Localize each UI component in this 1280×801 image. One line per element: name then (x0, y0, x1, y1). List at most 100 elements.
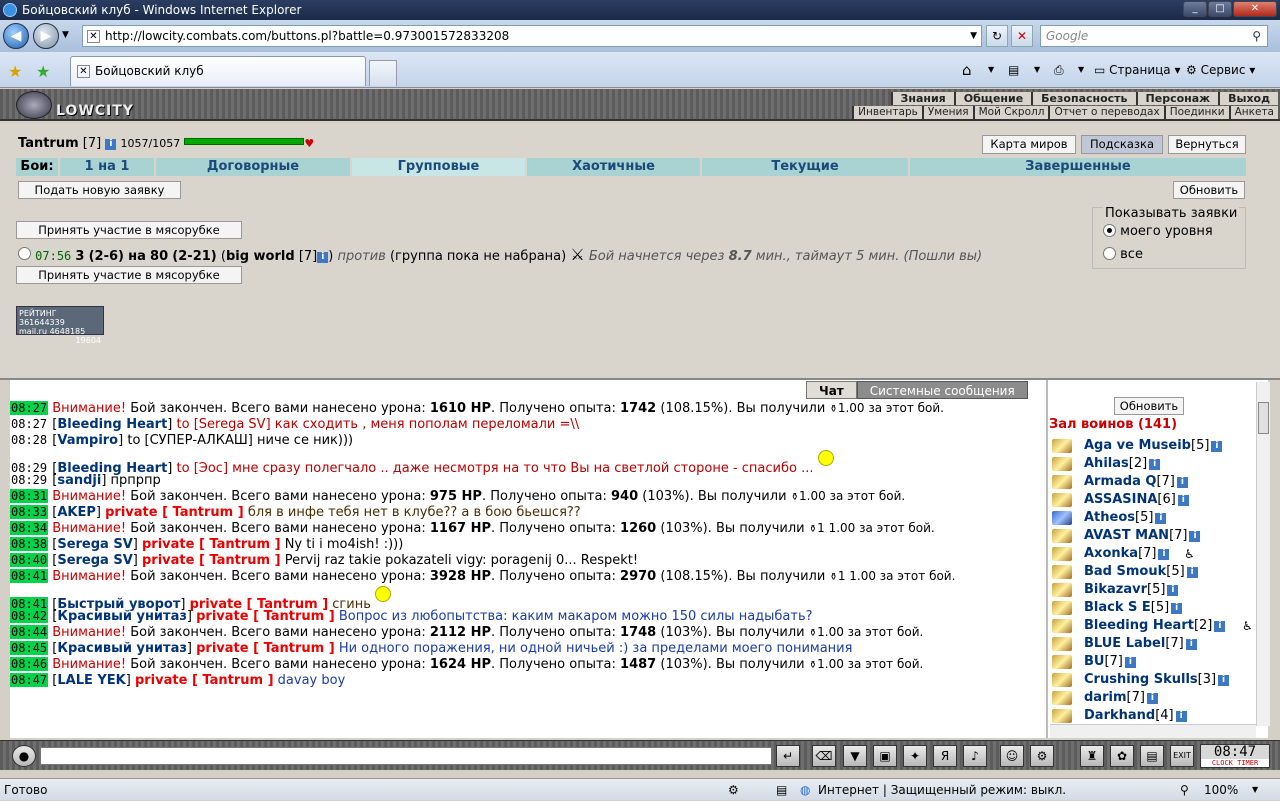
user-name[interactable]: darim (1084, 690, 1127, 705)
user-list-item[interactable]: Atheos[5] i (1052, 509, 1229, 527)
player-name[interactable]: Tantrum (18, 136, 79, 151)
tools-menu[interactable]: ⚙ Сервис ▾ (1186, 60, 1255, 80)
zoom-level[interactable]: 100% (1204, 779, 1238, 801)
add-favorite-icon[interactable]: ★ (36, 62, 50, 81)
chat-nick[interactable]: LALE YEK (57, 673, 125, 688)
user-name[interactable]: AVAST MAN (1084, 528, 1169, 543)
chat-time[interactable]: 08:40 (10, 553, 49, 567)
refresh-icon[interactable]: ↻ (986, 25, 1008, 47)
chat-private-tag[interactable]: private [ Tantrum ] (142, 537, 281, 552)
submenu-item[interactable]: Умения (921, 106, 973, 119)
user-name[interactable]: Aga ve Museib (1084, 438, 1191, 453)
exit-icon[interactable]: EXIT (1170, 745, 1194, 767)
page-menu[interactable]: ▭ Страница ▾ (1094, 60, 1181, 80)
users-vertical-scrollbar[interactable] (1256, 382, 1270, 726)
chat-private-tag[interactable]: private [ Tantrum ] (142, 553, 281, 568)
chat-time[interactable]: 08:27 (10, 401, 49, 415)
search-input[interactable]: Google ⚲ (1040, 25, 1268, 47)
chat-nick[interactable]: Serega SV (57, 537, 132, 552)
menu-item[interactable]: Знания (890, 92, 954, 105)
world-map-button[interactable]: Карта миров (982, 135, 1076, 154)
info-icon[interactable]: i (1189, 531, 1201, 542)
submenu-item[interactable]: Инвентарь (852, 106, 922, 119)
translit-icon[interactable]: Я (933, 745, 957, 767)
chat-recipient[interactable]: to [Serega SV] (177, 417, 271, 432)
user-name[interactable]: Atheos (1084, 510, 1135, 525)
tab-1v1[interactable]: 1 на 1 (60, 158, 156, 176)
info-icon[interactable]: i (1149, 459, 1161, 470)
zoom-icon[interactable]: ⚲ (1180, 779, 1189, 801)
chat-nick[interactable]: Красивый унитаз (57, 609, 187, 624)
eraser-icon[interactable]: ⌫ (812, 745, 836, 767)
print-icon[interactable]: ⎙ (1054, 60, 1064, 80)
user-list-item[interactable]: ASSASINA[6] i (1052, 491, 1229, 509)
user-list-item[interactable]: Darkhand[4] i (1052, 707, 1229, 725)
radio-all[interactable] (1103, 247, 1116, 260)
home-dropdown-icon[interactable]: ▼ (988, 60, 994, 80)
search-icon[interactable]: ⚲ (1252, 26, 1261, 46)
user-list-item[interactable]: Aga ve Museib[5] i (1052, 437, 1229, 455)
user-list-item[interactable]: darim[7] i (1052, 689, 1229, 707)
menu-item[interactable]: Безопасность (1031, 92, 1136, 105)
info-icon[interactable]: i (1175, 711, 1187, 722)
new-request-button[interactable]: Подать новую заявку (18, 181, 181, 199)
user-list-item[interactable]: Axonka[7] i ♿ (1052, 545, 1229, 563)
filter-icon[interactable]: ▼ (843, 745, 867, 767)
back-button[interactable]: ◀ (3, 23, 29, 49)
refresh-button[interactable]: Обновить (1173, 181, 1245, 199)
chat-private-tag[interactable]: private [ Tantrum ] (196, 609, 335, 624)
join-button-bottom[interactable]: Принять участие в мясорубке (16, 266, 242, 284)
info-icon[interactable]: i (1155, 513, 1167, 524)
maximize-button[interactable]: □ (1208, 1, 1232, 17)
tab-group[interactable]: Групповые (352, 158, 527, 176)
address-input[interactable]: ✕ http://lowcity.combats.com/buttons.pl?b… (82, 25, 982, 47)
feeds-icon[interactable]: ▤ (1008, 60, 1019, 80)
user-name[interactable]: Bleeding Heart (1084, 618, 1194, 633)
send-icon[interactable]: ↵ (776, 745, 800, 767)
chat-private-tag[interactable]: private [ Tantrum ] (105, 505, 244, 520)
user-list-item[interactable]: Bad Smouk[5] i (1052, 563, 1229, 581)
join-button-top[interactable]: Принять участие в мясорубке (16, 221, 242, 239)
chat-time[interactable]: 08:47 (10, 673, 49, 687)
tab-contract[interactable]: Договорные (156, 158, 352, 176)
tab-current[interactable]: Текущие (702, 158, 910, 176)
sound-icon[interactable]: ♪ (963, 745, 987, 767)
chat-private-tag[interactable]: private [ Tantrum ] (135, 673, 274, 688)
rating-counter[interactable]: РЕЙТИНГ 361644339 mail.ru 4648185 19604 (16, 306, 104, 345)
lock-icon[interactable]: ▤ (1140, 745, 1164, 767)
menu-item[interactable]: Персонаж (1135, 92, 1219, 105)
feeds-dropdown-icon[interactable]: ▼ (1034, 60, 1040, 80)
user-name[interactable]: Axonka (1084, 546, 1138, 561)
menu-item[interactable]: Общение (953, 92, 1032, 105)
favorites-star-icon[interactable]: ★ (8, 62, 22, 81)
info-icon[interactable]: i (1218, 675, 1230, 686)
scrollbar-thumb[interactable] (1258, 402, 1269, 434)
chat-settings-icon[interactable]: ⚙ (1030, 745, 1054, 767)
chat-nick[interactable]: Serega SV (57, 553, 132, 568)
user-list-item[interactable]: Armada Q[7] i (1052, 473, 1229, 491)
chat-nick[interactable]: Красивый унитаз (57, 641, 187, 656)
users-refresh-button[interactable]: Обновить (1114, 397, 1184, 415)
chat-input[interactable] (40, 747, 772, 765)
new-tab-button[interactable] (369, 60, 397, 86)
user-list-item[interactable]: AVAST MAN[7] i (1052, 527, 1229, 545)
chat-nick[interactable]: AKEP (57, 505, 96, 520)
info-icon[interactable]: i (1158, 549, 1170, 560)
battle-team-name[interactable]: big world (226, 249, 295, 264)
forward-button[interactable]: ▶ (33, 23, 59, 49)
chat-time[interactable]: 08:27 (10, 417, 48, 431)
chat-time[interactable]: 08:31 (10, 489, 49, 503)
fighter-icon[interactable]: ✦ (903, 745, 927, 767)
user-name[interactable]: BU (1084, 654, 1104, 669)
history-dropdown-icon[interactable]: ▼ (62, 30, 69, 40)
team-info-icon[interactable]: i (317, 252, 329, 263)
addon-icon[interactable]: ⚙ (728, 779, 739, 801)
address-dropdown-icon[interactable]: ▼ (970, 26, 977, 46)
info-icon[interactable]: i (1176, 477, 1188, 488)
info-icon[interactable]: i (1214, 621, 1226, 632)
chat-time[interactable]: 08:29 (10, 473, 48, 487)
chat-time[interactable]: 08:38 (10, 537, 49, 551)
user-name[interactable]: Black S E (1084, 600, 1151, 615)
chat-time[interactable]: 08:44 (10, 625, 49, 639)
user-name[interactable]: Darkhand (1084, 708, 1155, 723)
